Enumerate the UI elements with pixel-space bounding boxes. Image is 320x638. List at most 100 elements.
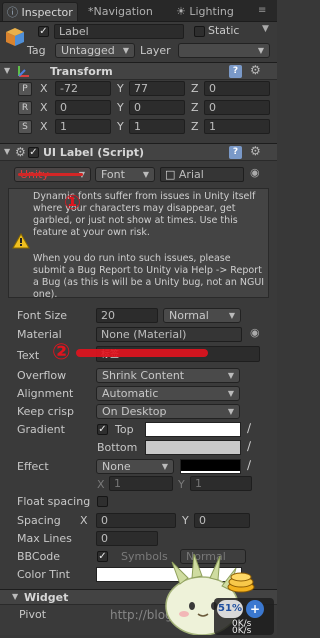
rotation-y-field[interactable]: 0 <box>129 100 185 115</box>
uilabel-title: UI Label (Script) <box>43 146 145 159</box>
keep-crisp-label: Keep crisp <box>17 405 75 418</box>
font-style-value: Normal <box>169 309 209 322</box>
font-object-field[interactable]: □ Arial <box>160 167 244 182</box>
overflow-value: Shrink Content <box>102 369 185 382</box>
annotation-circle-one: ① <box>64 190 81 214</box>
layer-dropdown[interactable]: ▼ <box>178 43 270 58</box>
object-name-field[interactable]: Label <box>54 24 184 39</box>
gradient-label: Gradient <box>17 423 65 436</box>
transform-header[interactable]: ▼ Transform ? ⚙ <box>0 62 277 80</box>
foldout-arrow-icon[interactable]: ▼ <box>4 147 10 156</box>
axis-y-label: Y <box>117 101 124 114</box>
scale-y-field[interactable]: 1 <box>129 119 185 134</box>
position-reset-button[interactable]: P <box>18 82 32 96</box>
spacing-label: Spacing <box>17 514 61 527</box>
warning-text-2: When you do run into such issues, please… <box>33 253 265 300</box>
axis-y-label: Y <box>178 478 185 491</box>
foldout-arrow-icon[interactable]: ▼ <box>12 592 18 601</box>
spacing-x-field[interactable]: 0 <box>96 513 176 528</box>
tab-navigation-label: Navigation <box>93 5 153 18</box>
eyedropper-icon[interactable]: ∕ <box>247 458 251 472</box>
eyedropper-icon[interactable]: ∕ <box>247 421 251 435</box>
keep-crisp-value: On Desktop <box>102 405 167 418</box>
position-z-field[interactable]: 0 <box>204 81 270 96</box>
alignment-value: Automatic <box>102 387 159 400</box>
alignment-label: Alignment <box>17 387 74 400</box>
font-kind-value: Font <box>101 168 125 181</box>
float-spacing-label: Float spacing <box>17 495 91 508</box>
tab-lighting[interactable]: ☀ Lighting <box>172 2 252 21</box>
eyedropper-icon[interactable]: ∕ <box>247 439 251 453</box>
effect-value: None <box>102 460 131 473</box>
color-tint-label: Color Tint <box>17 568 70 581</box>
plus-icon[interactable]: + <box>246 600 264 618</box>
chevron-down-icon: ▼ <box>227 371 234 380</box>
object-picker-icon[interactable]: ◉ <box>250 326 260 339</box>
lighting-icon: ☀ <box>176 5 186 18</box>
chevron-down-icon: ▼ <box>228 311 235 320</box>
effect-x-field: 1 <box>109 476 173 491</box>
transform-title: Transform <box>50 65 113 78</box>
font-size-field[interactable]: 20 <box>96 308 158 323</box>
script-icon: ⚙ <box>15 145 26 159</box>
position-y-field[interactable]: 77 <box>129 81 185 96</box>
font-kind-dropdown[interactable]: Font ▼ <box>95 167 155 182</box>
gameobject-cube-icon <box>4 26 26 48</box>
tab-navigation[interactable]: *Navigation <box>84 2 170 21</box>
object-picker-icon[interactable]: ◉ <box>250 166 260 179</box>
max-lines-field[interactable]: 0 <box>96 531 158 546</box>
inspector-panel: ⓘ Inspector *Navigation ☀ Lighting ≡ ✓ L… <box>0 0 277 636</box>
static-checkbox[interactable] <box>194 26 205 37</box>
gear-icon[interactable]: ⚙ <box>250 63 261 77</box>
tab-menu-icon[interactable]: ≡ <box>258 5 266 16</box>
scale-reset-button[interactable]: S <box>18 120 32 134</box>
transform-icon <box>16 63 32 82</box>
rotation-reset-button[interactable]: R <box>18 101 32 115</box>
keep-crisp-dropdown[interactable]: On Desktop ▼ <box>96 404 240 419</box>
widget-title: Widget <box>24 591 69 604</box>
effect-dropdown[interactable]: None ▼ <box>96 459 174 474</box>
help-icon[interactable]: ? <box>229 65 242 78</box>
rotation-z-field[interactable]: 0 <box>204 100 270 115</box>
font-style-dropdown[interactable]: Normal ▼ <box>163 308 241 323</box>
info-icon: ⓘ <box>7 6 18 19</box>
uilabel-enabled-checkbox[interactable]: ✓ <box>28 147 39 158</box>
overflow-dropdown[interactable]: Shrink Content ▼ <box>96 368 240 383</box>
gear-icon[interactable]: ⚙ <box>250 144 261 158</box>
rotation-x-field[interactable]: 0 <box>55 100 111 115</box>
axis-x-label: X <box>97 478 105 491</box>
help-icon[interactable]: ? <box>229 146 242 159</box>
scale-x-field[interactable]: 1 <box>55 119 111 134</box>
effect-color[interactable] <box>180 459 241 474</box>
gradient-bottom-color[interactable] <box>145 440 241 455</box>
gradient-checkbox[interactable]: ✓ <box>97 424 108 435</box>
material-field[interactable]: None (Material) <box>96 327 242 342</box>
effect-label: Effect <box>17 460 49 473</box>
bbcode-checkbox[interactable]: ✓ <box>97 551 108 562</box>
static-dropdown-icon[interactable]: ▼ <box>262 24 269 34</box>
effect-y-field: 1 <box>190 476 252 491</box>
layer-label: Layer <box>140 44 171 57</box>
spacing-y-field[interactable]: 0 <box>194 513 250 528</box>
tab-inspector[interactable]: ⓘ Inspector <box>2 2 78 21</box>
gradient-top-label: Top <box>115 423 134 436</box>
foldout-arrow-icon[interactable]: ▼ <box>4 66 10 75</box>
position-x-field[interactable]: -72 <box>55 81 111 96</box>
alignment-dropdown[interactable]: Automatic ▼ <box>96 386 240 401</box>
axis-z-label: Z <box>191 101 199 114</box>
pivot-label: Pivot <box>19 608 47 621</box>
static-label: Static <box>208 24 240 37</box>
dynamic-font-warning: Dynamic fonts suffer from issues in Unit… <box>8 188 269 300</box>
tab-lighting-label: Lighting <box>189 5 234 18</box>
uilabel-header[interactable]: ▼ ⚙ ✓ UI Label (Script) ? ⚙ <box>0 143 277 161</box>
annotation-circle-two: ② <box>52 340 71 365</box>
percent-badge: 51% <box>217 600 243 618</box>
float-spacing-checkbox[interactable] <box>97 496 108 507</box>
axis-x-label: X <box>40 120 48 133</box>
scale-z-field[interactable]: 1 <box>204 119 270 134</box>
active-checkbox[interactable]: ✓ <box>38 26 49 37</box>
font-asset-icon: □ <box>165 168 176 181</box>
gradient-top-color[interactable] <box>145 422 241 437</box>
chevron-down-icon: ▼ <box>227 389 234 398</box>
tag-dropdown[interactable]: Untagged ▼ <box>55 43 135 58</box>
